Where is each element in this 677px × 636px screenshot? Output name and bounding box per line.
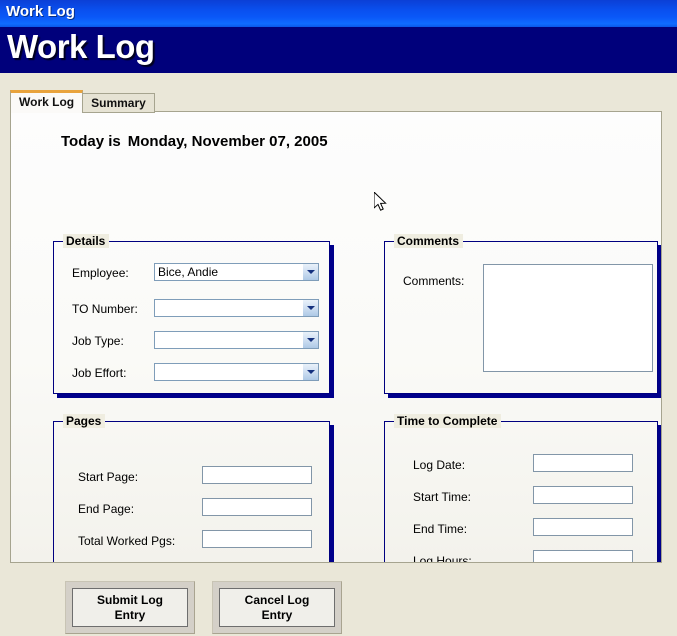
- end-page-label: End Page:: [78, 502, 135, 516]
- end-time-input[interactable]: [533, 518, 633, 536]
- window-title-text: Work Log: [6, 3, 75, 20]
- job-effort-combobox[interactable]: [154, 363, 319, 381]
- work-log-form-panel: Today is Monday, November 07, 2005 Detail…: [10, 111, 662, 563]
- to-number-combobox[interactable]: [154, 299, 319, 317]
- job-type-label: Job Type:: [72, 334, 124, 348]
- details-group-title: Details: [63, 234, 110, 248]
- cancel-button-line1: Cancel Log: [244, 592, 310, 607]
- pages-group: Pages Start Page: End Page: Total Worked…: [53, 414, 330, 562]
- log-hours-label: Log Hours:: [413, 554, 472, 563]
- log-date-label: Log Date:: [413, 458, 466, 472]
- tab-work-log-label: Work Log: [19, 95, 75, 109]
- job-effort-label: Job Effort:: [72, 366, 127, 380]
- cancel-log-entry-button[interactable]: Cancel Log Entry: [219, 588, 335, 627]
- today-date-value: Monday, November 07, 2005: [127, 133, 328, 150]
- app-header-band: Work Log: [0, 27, 677, 73]
- details-group: Details Employee: Bice, Andie TO Number:…: [53, 234, 330, 394]
- submit-log-entry-button-frame[interactable]: Submit Log Entry: [65, 581, 195, 634]
- page-body: Work Log Summary Today is Monday, Novembe…: [0, 73, 677, 636]
- start-time-input[interactable]: [533, 486, 633, 504]
- today-prefix-label: Today is: [61, 133, 121, 150]
- chevron-down-icon[interactable]: [302, 264, 318, 280]
- cancel-log-entry-button-frame[interactable]: Cancel Log Entry: [212, 581, 342, 634]
- comments-textarea[interactable]: [483, 264, 653, 372]
- employee-combobox[interactable]: Bice, Andie: [154, 263, 319, 281]
- chevron-down-icon[interactable]: [302, 364, 318, 380]
- end-time-label: End Time:: [413, 522, 468, 536]
- page-title: Work Log: [7, 28, 155, 65]
- to-number-label: TO Number:: [72, 302, 138, 316]
- end-page-input[interactable]: [202, 498, 312, 516]
- cancel-button-line2: Entry: [261, 607, 293, 622]
- comments-group-title: Comments: [394, 234, 464, 248]
- tab-work-log[interactable]: Work Log: [10, 90, 84, 113]
- log-date-input[interactable]: [533, 454, 633, 472]
- window-titlebar: Work Log: [0, 0, 677, 27]
- comments-group: Comments Comments:: [384, 234, 658, 394]
- chevron-down-icon[interactable]: [302, 300, 318, 316]
- job-type-combobox[interactable]: [154, 331, 319, 349]
- log-hours-input[interactable]: [533, 550, 633, 562]
- tab-summary[interactable]: Summary: [82, 93, 155, 113]
- total-worked-pgs-input[interactable]: [202, 530, 312, 548]
- today-date-text: Today is Monday, November 07, 2005: [61, 133, 328, 150]
- employee-label: Employee:: [72, 266, 129, 280]
- start-page-input[interactable]: [202, 466, 312, 484]
- start-page-label: Start Page:: [78, 470, 139, 484]
- pages-group-title: Pages: [63, 414, 106, 428]
- employee-combobox-value: Bice, Andie: [158, 265, 219, 279]
- tab-summary-label: Summary: [91, 96, 146, 110]
- time-to-complete-group-title: Time to Complete: [394, 414, 502, 428]
- start-time-label: Start Time:: [413, 490, 472, 504]
- total-worked-pgs-label: Total Worked Pgs:: [78, 534, 176, 548]
- submit-button-line1: Submit Log: [97, 592, 163, 607]
- submit-log-entry-button[interactable]: Submit Log Entry: [72, 588, 188, 627]
- submit-button-line2: Entry: [114, 607, 146, 622]
- tab-strip: Work Log Summary: [10, 90, 155, 113]
- comments-label: Comments:: [403, 274, 465, 288]
- chevron-down-icon[interactable]: [302, 332, 318, 348]
- time-to-complete-group: Time to Complete Log Date: Start Time: E…: [384, 414, 658, 563]
